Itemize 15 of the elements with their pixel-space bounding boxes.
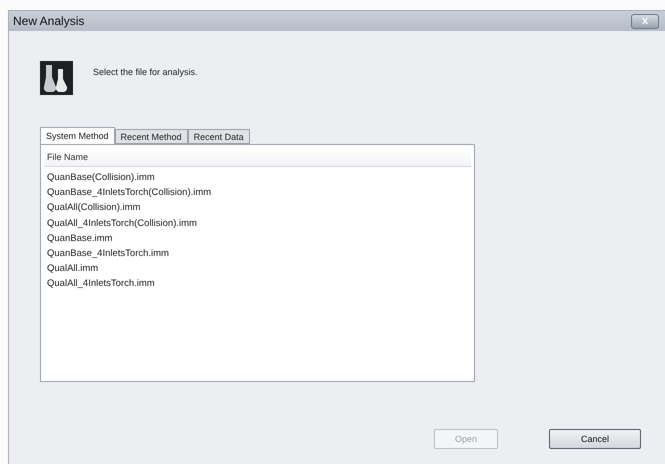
file-item[interactable]: QualAll.imm xyxy=(44,261,471,276)
instruction-text: Select the file for analysis. xyxy=(93,67,198,77)
tab[interactable]: Recent Data xyxy=(188,129,250,144)
file-item[interactable]: QualAll(Collision).imm xyxy=(44,200,471,216)
file-item[interactable]: QualAll_4InletsTorch(Collision).imm xyxy=(44,216,471,231)
window-title: New Analysis xyxy=(13,14,84,28)
file-item[interactable]: QuanBase(Collision).imm xyxy=(44,170,471,186)
tab[interactable]: Recent Method xyxy=(114,129,188,144)
file-item[interactable]: QuanBase.imm xyxy=(44,230,471,246)
file-item[interactable]: QualAll_4InletsTorch.imm xyxy=(44,276,471,292)
flask-icon xyxy=(40,61,73,95)
file-item[interactable]: QuanBase_4InletsTorch(Collision).imm xyxy=(44,185,471,200)
file-item[interactable]: QuanBase_4InletsTorch.imm xyxy=(44,246,471,262)
cancel-button[interactable]: Cancel xyxy=(549,429,641,449)
tab[interactable]: System Method xyxy=(40,127,115,144)
